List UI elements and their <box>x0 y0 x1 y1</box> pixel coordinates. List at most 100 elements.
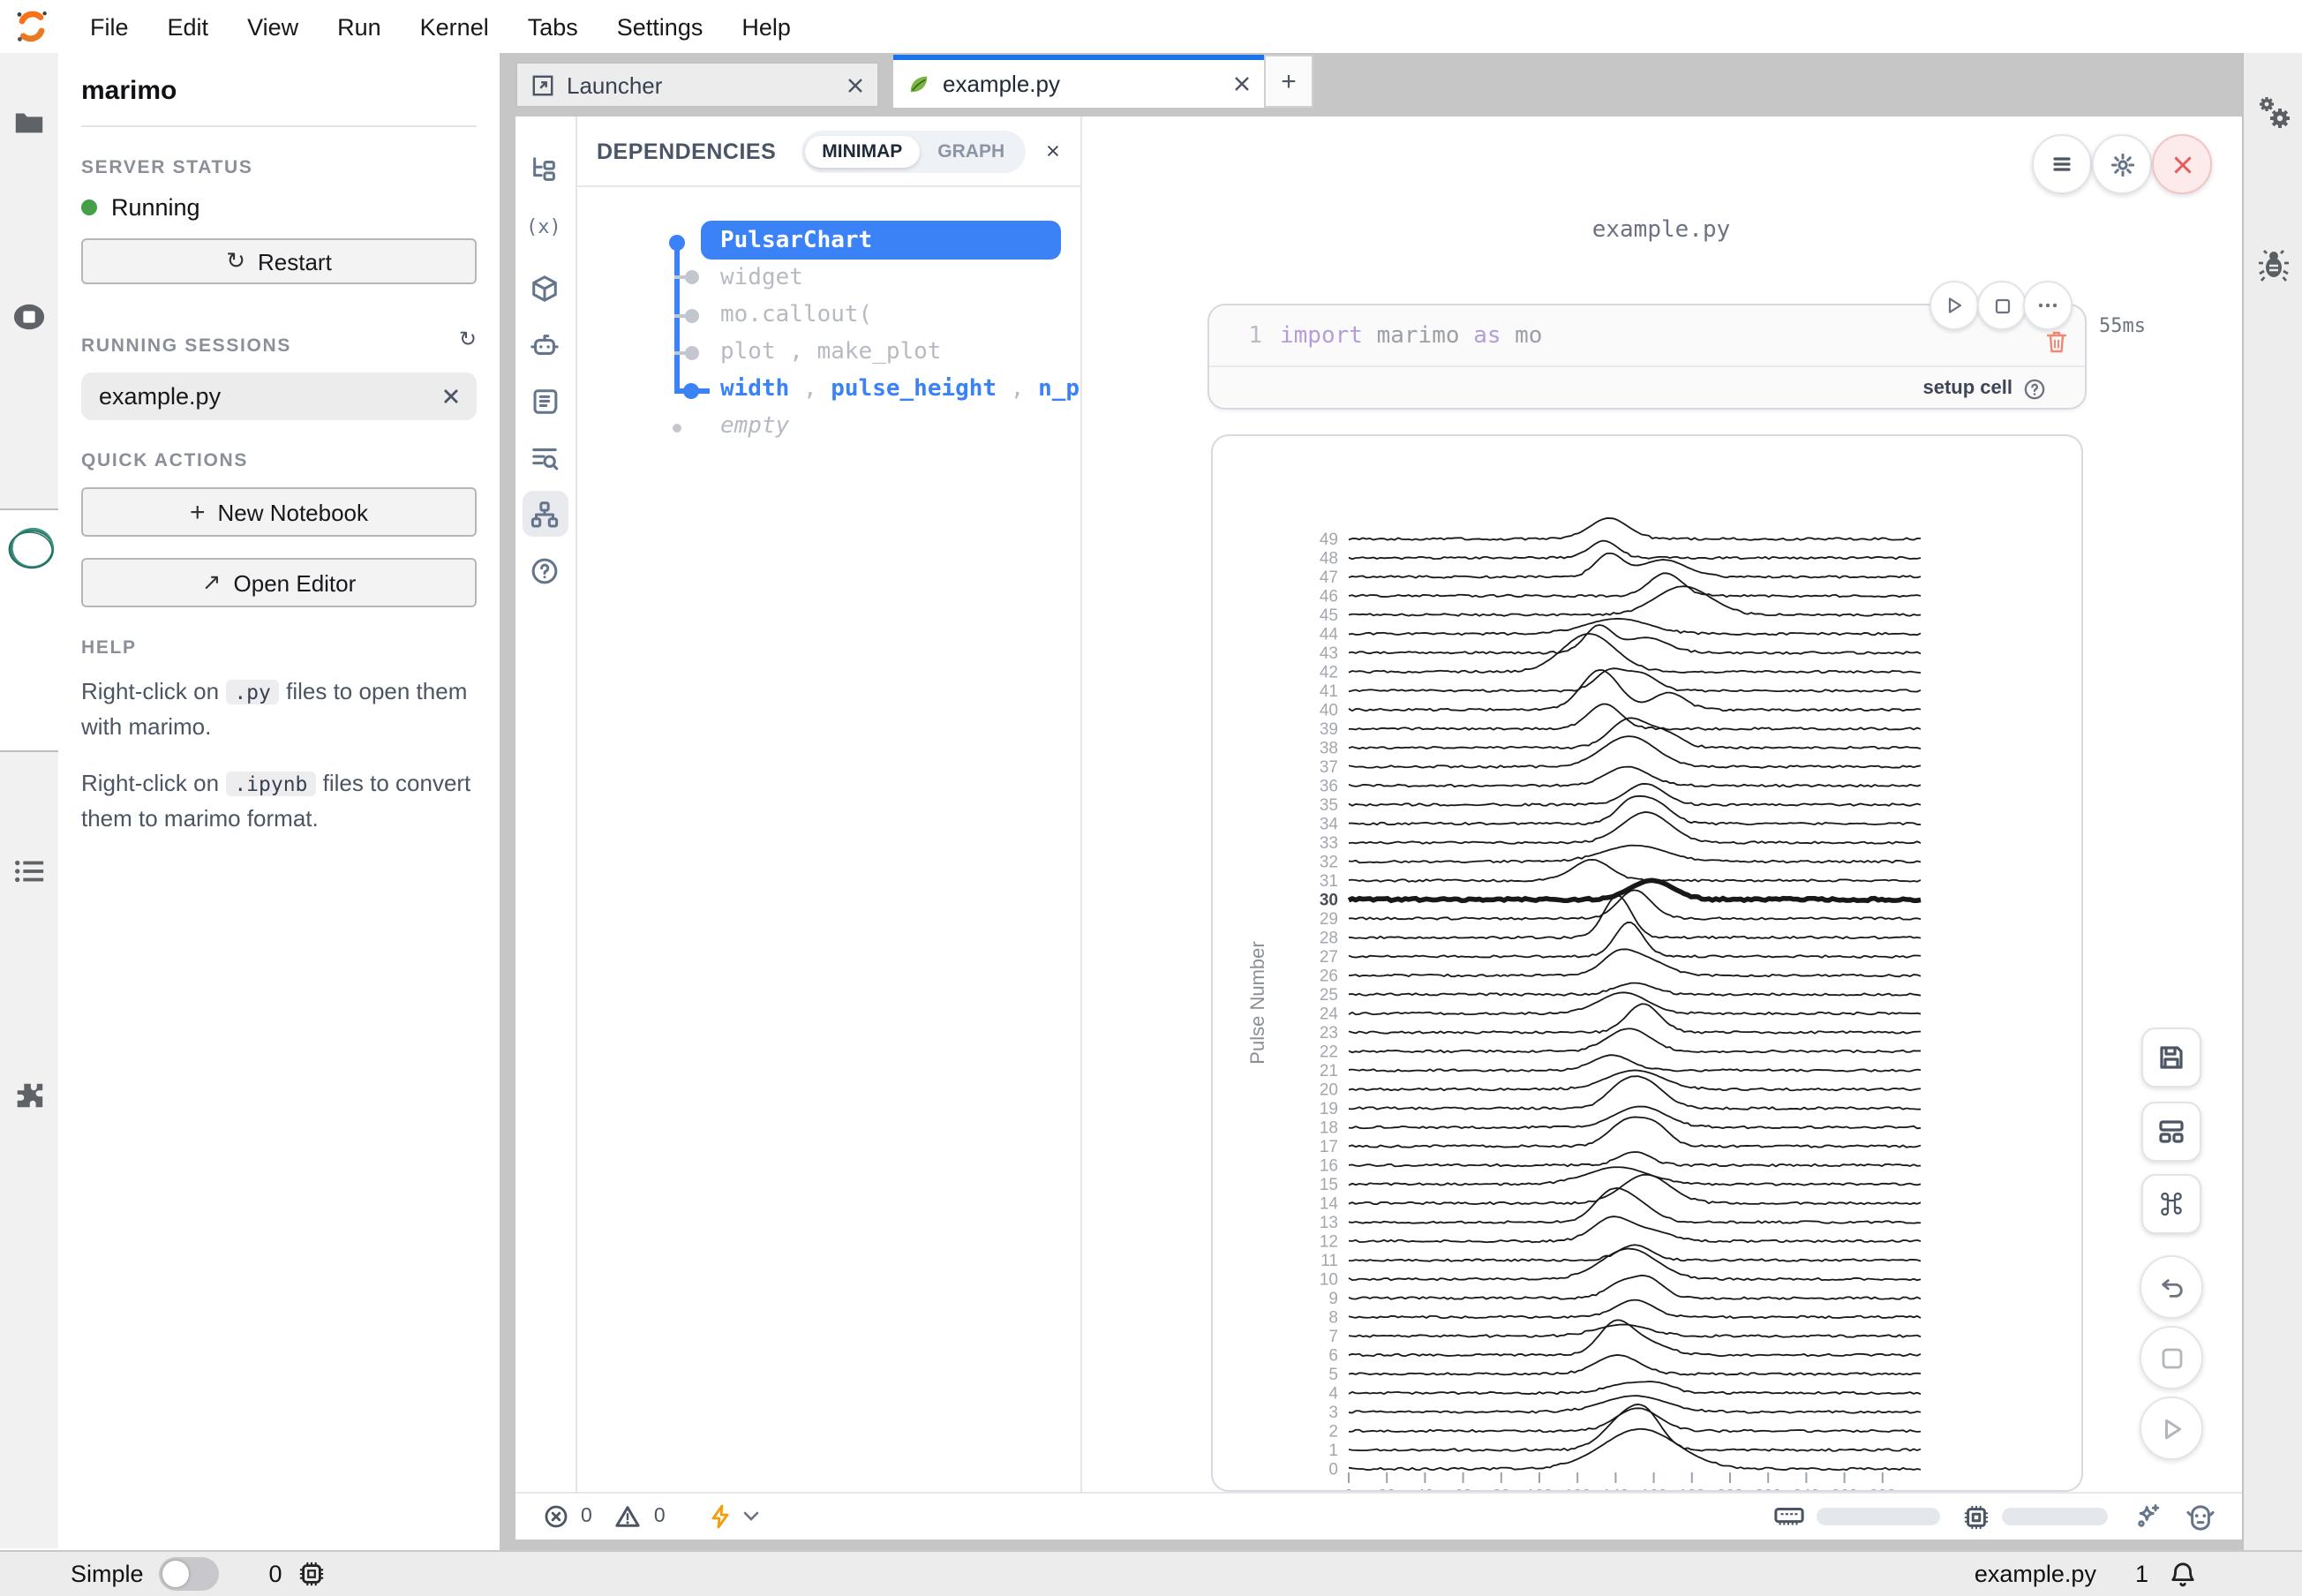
notebook-icon-strip: (x) <box>515 117 577 1492</box>
tree-item-pulsarchart[interactable]: PulsarChart <box>701 221 1061 260</box>
menu-file[interactable]: File <box>71 13 148 40</box>
save-button[interactable] <box>2141 1028 2201 1088</box>
svg-text:13: 13 <box>1320 1214 1338 1232</box>
new-tab-button[interactable]: + <box>1264 55 1313 108</box>
chevron-down-icon[interactable] <box>743 1511 759 1522</box>
dependencies-title: DEPENDENCIES <box>597 139 776 163</box>
svg-text:2: 2 <box>1328 1422 1338 1441</box>
undo-button[interactable] <box>2140 1255 2203 1319</box>
close-session-icon[interactable] <box>443 388 459 404</box>
tree-node-dot <box>672 423 681 432</box>
setup-help-icon[interactable] <box>2023 377 2046 400</box>
tree-item-empty[interactable]: empty <box>720 413 789 440</box>
marimo-ring-logo[interactable] <box>5 523 58 576</box>
pulsar-ridgeline-chart: Pulse Number0123456789101112131415161718… <box>1229 445 2041 1492</box>
menu-view[interactable]: View <box>228 13 318 40</box>
menu-help[interactable]: Help <box>722 13 810 40</box>
warnings-icon[interactable] <box>615 1504 642 1529</box>
setup-cell-label: setup cell <box>1923 378 2013 399</box>
close-tab-icon[interactable] <box>1234 76 1250 92</box>
delete-cell-icon[interactable] <box>2044 328 2069 355</box>
session-item[interactable]: example.py <box>81 373 477 420</box>
tab-example-py[interactable]: example.py <box>893 55 1264 108</box>
sidebar-marimo-panel: marimo SERVER STATUS Running ↻ Restart R… <box>58 53 501 1550</box>
refresh-sessions-icon[interactable]: ↻ <box>459 327 477 351</box>
notebook-shutdown-button[interactable] <box>2152 134 2212 194</box>
lightning-icon[interactable] <box>710 1504 731 1529</box>
svg-text:24: 24 <box>1320 1005 1339 1023</box>
toggle-graph[interactable]: GRAPH <box>920 135 1022 167</box>
chip-icon[interactable] <box>298 1561 325 1587</box>
notebook-content: example.py 1 import marimo as mo setup c… <box>1080 117 2242 1492</box>
warning-count: 0 <box>654 1506 666 1527</box>
folder-icon[interactable] <box>12 106 46 139</box>
bug-icon[interactable] <box>2256 247 2291 282</box>
activity-rail-bottom <box>0 750 60 1548</box>
notebook-menu-button[interactable] <box>2032 134 2092 194</box>
file-tree-icon[interactable] <box>530 155 560 185</box>
svg-text:7: 7 <box>1328 1328 1338 1346</box>
svg-text:44: 44 <box>1320 625 1339 644</box>
list-icon[interactable] <box>12 854 46 888</box>
ai-sparkle-icon[interactable] <box>2134 1502 2163 1531</box>
stop-cell-button[interactable] <box>1977 281 2027 330</box>
network-icon[interactable] <box>530 500 560 530</box>
restart-button[interactable]: ↻ Restart <box>81 238 477 284</box>
errors-icon[interactable] <box>544 1504 568 1529</box>
plus-icon: + <box>190 497 206 527</box>
help-circle-icon[interactable] <box>530 556 560 586</box>
ipynb-extension-chip: .ipynb <box>225 772 316 797</box>
tab-launcher[interactable]: Launcher <box>515 62 879 108</box>
run-all-button[interactable] <box>2140 1396 2203 1460</box>
run-cell-button[interactable] <box>1930 281 1979 330</box>
svg-text:Pulse Number: Pulse Number <box>1246 941 1268 1064</box>
svg-text:42: 42 <box>1320 663 1338 681</box>
package-icon[interactable] <box>530 274 560 304</box>
bell-icon[interactable] <box>2170 1560 2196 1588</box>
menu-tabs[interactable]: Tabs <box>508 13 598 40</box>
open-editor-button[interactable]: ↗ Open Editor <box>81 558 477 607</box>
tree-item-callout[interactable]: mo.callout( <box>720 302 872 328</box>
scroll-icon[interactable] <box>530 387 560 417</box>
notebook-status-bar: 0 0 <box>515 1492 2242 1540</box>
close-panel-icon[interactable] <box>1047 141 1059 161</box>
notebook-settings-button[interactable] <box>2092 134 2152 194</box>
menu-kernel[interactable]: Kernel <box>401 13 508 40</box>
server-status-value: Running <box>111 194 200 221</box>
copilot-icon[interactable] <box>2185 1503 2215 1530</box>
gears-icon[interactable] <box>2253 92 2295 134</box>
robot-icon[interactable] <box>530 330 560 360</box>
tree-item-width-vars[interactable]: width , pulse_height , n_poi <box>720 376 1082 403</box>
divider <box>81 125 477 127</box>
search-list-icon[interactable] <box>530 443 560 473</box>
puzzle-icon[interactable] <box>12 1079 46 1112</box>
tree-item-widget[interactable]: widget <box>720 265 803 291</box>
stop-all-button[interactable] <box>2140 1326 2203 1389</box>
play-icon <box>1945 297 1963 314</box>
cell-more-button[interactable] <box>2023 281 2073 330</box>
svg-text:40: 40 <box>1320 701 1338 719</box>
svg-text:36: 36 <box>1320 777 1338 795</box>
svg-text:25: 25 <box>1320 986 1338 1005</box>
close-tab-icon[interactable] <box>847 77 863 93</box>
new-notebook-button[interactable]: + New Notebook <box>81 487 477 537</box>
menu-settings[interactable]: Settings <box>598 13 723 40</box>
svg-text:26: 26 <box>1320 967 1338 985</box>
notebook-panel: (x) <box>515 117 2242 1540</box>
arrow-up-right-icon: ↗ <box>202 568 222 597</box>
menu-edit[interactable]: Edit <box>148 13 229 40</box>
tree-item-plot[interactable]: plot , make_plot <box>720 339 941 365</box>
simple-mode-toggle[interactable] <box>160 1557 220 1591</box>
layout-button[interactable] <box>2141 1102 2201 1162</box>
svg-text:39: 39 <box>1320 720 1338 739</box>
svg-text:46: 46 <box>1320 587 1338 606</box>
svg-text:5: 5 <box>1328 1366 1338 1384</box>
menu-run[interactable]: Run <box>318 13 401 40</box>
toggle-minimap[interactable]: MINIMAP <box>804 135 920 167</box>
command-palette-button[interactable] <box>2141 1174 2201 1234</box>
variables-icon[interactable]: (x) <box>526 215 561 238</box>
svg-text:12: 12 <box>1320 1232 1338 1251</box>
svg-text:33: 33 <box>1320 834 1338 853</box>
stop-circle-icon[interactable] <box>12 300 46 334</box>
command-icon <box>2157 1190 2185 1218</box>
